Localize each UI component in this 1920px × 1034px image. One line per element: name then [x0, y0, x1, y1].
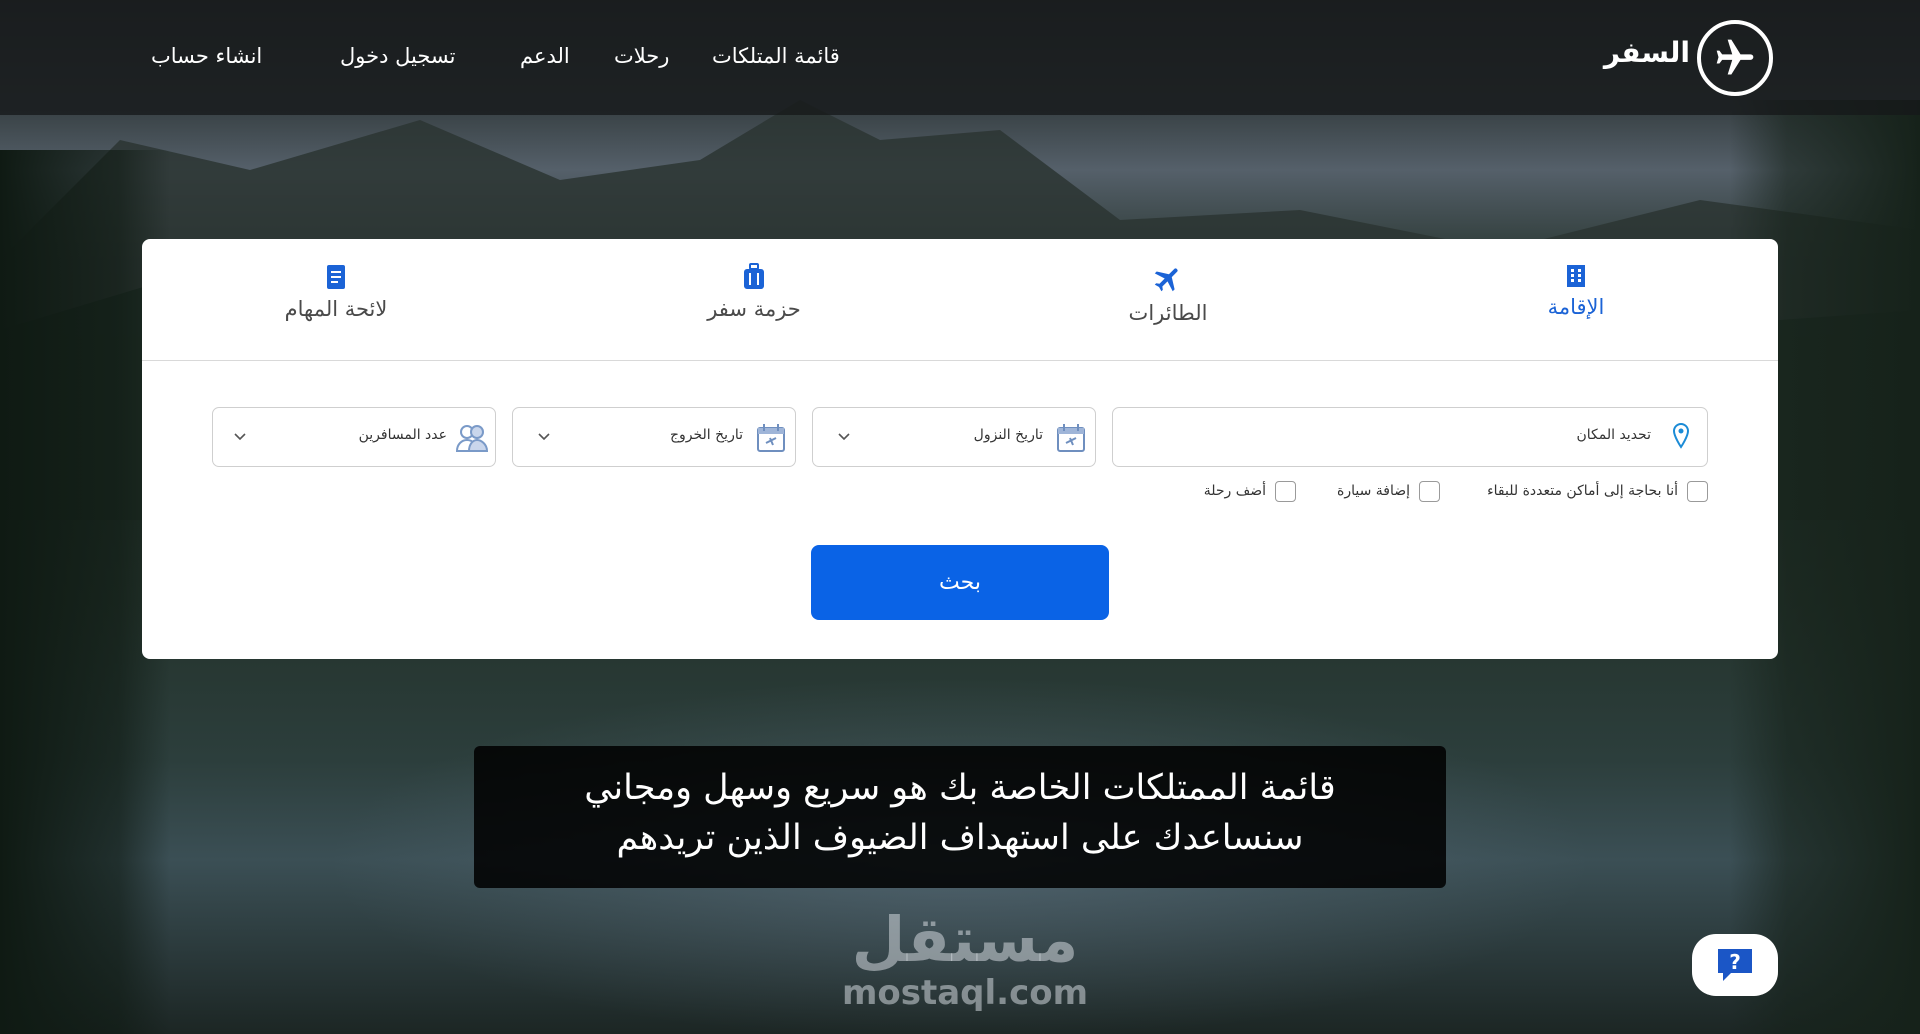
tab-tasks[interactable]: لائحة المهام	[216, 263, 456, 343]
checkbox-box[interactable]	[1419, 481, 1440, 502]
nav-trips[interactable]: رحلات	[614, 44, 669, 68]
tab-packages-label: حزمة سفر	[707, 297, 801, 321]
building-icon	[1567, 265, 1585, 287]
multi-stay-label: أنا بحاجة إلى أماكن متعددة للبقاء	[1487, 483, 1678, 499]
checkout-label: تاريخ الخروج	[669, 427, 743, 443]
add-car-label: إضافة سيارة	[1336, 483, 1410, 499]
tagline-box: قائمة الممتلكات الخاصة بك هو سريع وسهل و…	[474, 746, 1446, 888]
question-chat-icon: ?	[1718, 949, 1752, 981]
nav-support[interactable]: الدعم	[520, 44, 570, 68]
calendar-icon	[1057, 424, 1085, 452]
watermark-arabic: مستقل	[851, 903, 1079, 976]
chevron-down-icon	[538, 433, 550, 441]
document-icon	[327, 265, 345, 289]
users-icon	[455, 425, 489, 452]
tab-flights[interactable]: الطائرات	[1048, 263, 1288, 343]
airplane-icon	[1154, 268, 1178, 292]
multi-stay-checkbox[interactable]: أنا بحاجة إلى أماكن متعددة للبقاء	[1466, 480, 1708, 504]
nav-login[interactable]: تسجيل دخول	[340, 44, 456, 68]
watermark: مستقل mostaql.com	[835, 905, 1095, 1015]
calendar-icon	[757, 424, 785, 452]
checkin-field[interactable]: تاريخ النزول	[812, 407, 1096, 467]
watermark-latin: mostaql.com	[841, 973, 1089, 1013]
tab-packages[interactable]: حزمة سفر	[634, 263, 874, 343]
tab-bar: الإقامة الطائرات حزمة سفر لائحة المهام	[142, 239, 1778, 361]
suitcase-icon	[744, 263, 764, 289]
checkout-field[interactable]: تاريخ الخروج	[512, 407, 796, 467]
tab-flights-label: الطائرات	[1128, 301, 1208, 325]
checkbox-box[interactable]	[1687, 481, 1708, 502]
checkbox-box[interactable]	[1275, 481, 1296, 502]
checkin-label: تاريخ النزول	[973, 427, 1043, 443]
add-flight-label: أضف رحلة	[1203, 483, 1266, 499]
tab-stays-label: الإقامة	[1547, 295, 1605, 319]
location-field[interactable]: تحديد المكان	[1112, 407, 1708, 467]
location-label: تحديد المكان	[1576, 427, 1651, 443]
add-flight-checkbox[interactable]: أضف رحلة	[1196, 480, 1296, 504]
tagline-line-2: سنساعدك على استهداف الضيوف الذين تريدهم	[616, 818, 1304, 858]
search-button[interactable]: بحث	[811, 545, 1109, 620]
chevron-down-icon	[234, 433, 246, 441]
guests-field[interactable]: عدد المسافرين	[212, 407, 496, 467]
tab-tasks-label: لائحة المهام	[284, 297, 388, 321]
help-button[interactable]: ?	[1692, 934, 1778, 996]
tab-stays[interactable]: الإقامة	[1456, 263, 1696, 343]
nav-links: قائمة المتلكات رحلات الدعم تسجيل دخول ان…	[0, 44, 1920, 74]
guests-label: عدد المسافرين	[358, 427, 447, 443]
nav-properties[interactable]: قائمة المتلكات	[712, 44, 840, 68]
tagline-line-1: قائمة الممتلكات الخاصة بك هو سريع وسهل و…	[584, 768, 1336, 808]
nav-signup[interactable]: انشاء حساب	[151, 44, 262, 68]
chevron-down-icon	[838, 433, 850, 441]
add-car-checkbox[interactable]: إضافة سيارة	[1322, 480, 1440, 504]
location-pin-icon	[1672, 422, 1690, 449]
top-navbar: السفر قائمة المتلكات رحلات الدعم تسجيل د…	[0, 0, 1920, 115]
svg-text:?: ?	[1729, 950, 1741, 974]
